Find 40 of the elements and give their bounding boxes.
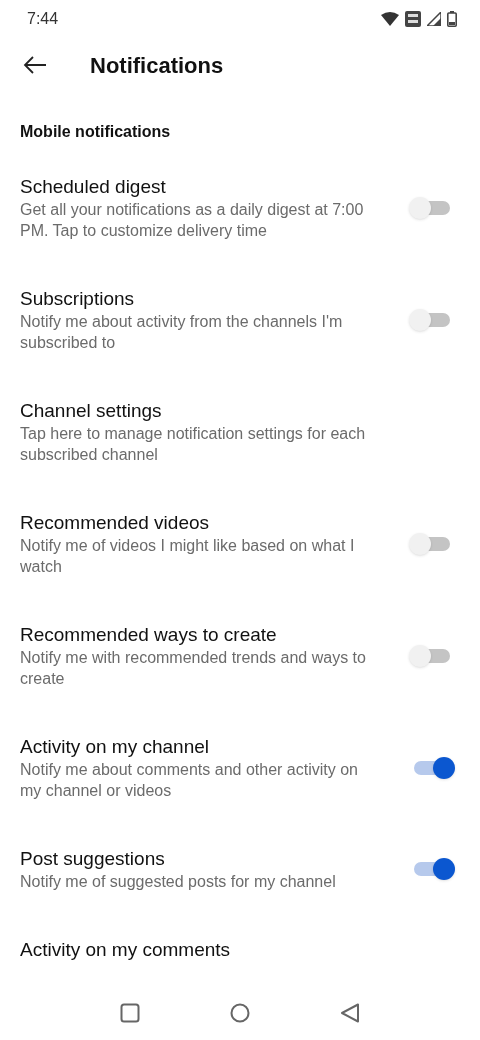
setting-description: Notify me about comments and other activity on my channel or videos (20, 760, 359, 801)
setting-description: Notify me about activity from the channels I'm subscribed to (20, 312, 344, 353)
settings-item[interactable]: Channel settings Tap here to manage notification settings for each subscribed channel (0, 376, 480, 488)
toggle-switch[interactable] (412, 308, 452, 331)
setting-title: Activity on my comments (20, 938, 232, 962)
setting-title: Post suggestions (20, 847, 166, 871)
page-title: Notifications (90, 51, 224, 80)
setting-description: Notify me of suggested posts for my channel (20, 872, 337, 892)
setting-description: Notify me of videos I might like based on what I watch (20, 536, 356, 577)
setting-title: Recommended videos (20, 511, 211, 535)
setting-title: Recommended ways to create (20, 623, 278, 647)
home-button-icon[interactable] (230, 1002, 250, 1023)
setting-description: Notify me with recommended trends and ways to create (20, 648, 367, 689)
recents-button-icon[interactable] (120, 1002, 140, 1023)
settings-item[interactable]: Scheduled digest Get all your notifications as a daily digest at 7:00 PM. Tap to customize delivery time (0, 152, 480, 264)
setting-title: Activity on my channel (20, 735, 211, 759)
toggle-switch[interactable] (412, 532, 452, 555)
settings-item[interactable]: Recommended videos Notify me of videos I might like based on what I watch (0, 488, 480, 600)
back-arrow-icon (23, 56, 47, 75)
toggle-switch[interactable] (412, 644, 452, 667)
signal-icon (427, 12, 441, 27)
battery-icon (447, 11, 457, 28)
setting-description: Tap here to manage notification settings for each subscribed channel (20, 424, 367, 465)
setting-title: Subscriptions (20, 287, 136, 311)
settings-item[interactable]: Activity on my channel Notify me about comments and other activity on my channel or videos (0, 712, 480, 824)
settings-item[interactable]: Post suggestions Notify me of suggested posts for my channel (0, 824, 480, 915)
back-button-icon[interactable] (340, 1002, 360, 1023)
settings-item[interactable]: Activity on my comments (0, 915, 480, 985)
settings-item[interactable]: Recommended ways to create Notify me with recommended trends and ways to create (0, 600, 480, 712)
volte-icon (405, 11, 421, 28)
wifi-icon (381, 12, 399, 27)
toggle-switch[interactable] (412, 196, 452, 219)
setting-description: Get all your notifications as a daily digest at 7:00 PM. Tap to customize delivery time (20, 200, 365, 241)
settings-item[interactable]: Subscriptions Notify me about activity from the channels I'm subscribed to (0, 264, 480, 376)
toggle-switch[interactable] (412, 756, 452, 779)
section-header: Mobile notifications (19, 122, 172, 142)
toggle-switch[interactable] (412, 858, 452, 880)
setting-title: Channel settings (20, 399, 163, 423)
setting-title: Scheduled digest (20, 175, 167, 199)
status-time: 7:44 (27, 9, 59, 30)
